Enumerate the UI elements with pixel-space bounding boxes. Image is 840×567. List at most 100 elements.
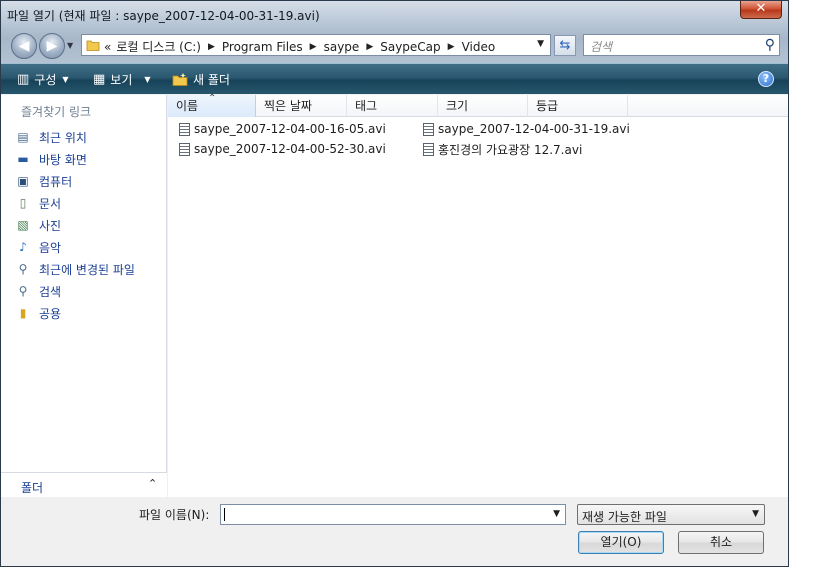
nav-item-label: 사진 (39, 218, 62, 233)
nav-item-label: 검색 (39, 284, 62, 299)
back-button[interactable]: ◀ (11, 33, 37, 59)
folder-icon (86, 40, 100, 51)
column-header-tags[interactable]: 태그 (347, 95, 438, 117)
nav-item-label: 최근 위치 (39, 130, 87, 145)
chevron-down-icon: ▼ (62, 75, 69, 84)
pictures-icon: ▧ (17, 218, 29, 232)
recently-changed-icon: ⚲ (18, 262, 28, 276)
views-icon: ▦ (93, 72, 106, 87)
music-icon: ♪ (19, 240, 27, 254)
nav-item-computer[interactable]: ▣ 컴퓨터 (15, 171, 72, 191)
breadcrumb-item-saypecap[interactable]: SaypeCap (380, 40, 440, 54)
favorite-links-heading: 즐겨찾기 링크 (21, 105, 92, 119)
breadcrumb-item-program-files[interactable]: Program Files (222, 40, 303, 54)
title-bar: 파일 열기 (현재 파일 : saype_2007-12-04-00-31-19… (1, 1, 788, 63)
breadcrumb-separator-icon[interactable]: ▶ (448, 42, 455, 52)
dialog-footer: 파일 이름(N): ▼ 재생 가능한 파일 ▼ 열기(O) 취소 (1, 498, 788, 566)
searches-icon: ⚲ (18, 284, 28, 298)
folders-label: 폴더 (21, 481, 44, 495)
nav-item-music[interactable]: ♪ 음악 (15, 237, 61, 257)
column-header-rating[interactable]: 등급 (528, 95, 628, 117)
file-open-dialog: 파일 열기 (현재 파일 : saype_2007-12-04-00-31-19… (0, 0, 789, 567)
breadcrumb-item-saype[interactable]: saype (324, 40, 360, 54)
window-title: 파일 열기 (현재 파일 : saype_2007-12-04-00-31-19… (7, 9, 320, 23)
folders-toggle[interactable]: 폴더 ⌃ (1, 472, 167, 497)
video-file-icon (179, 122, 190, 136)
cancel-button[interactable]: 취소 (678, 531, 764, 554)
forward-button[interactable]: ▶ (39, 33, 65, 59)
breadcrumb: « 로컬 디스크 (C:) ▶ Program Files ▶ saype ▶ … (104, 38, 495, 55)
new-folder-icon (172, 72, 188, 86)
file-item[interactable]: saype_2007-12-04-00-16-05.avi (179, 120, 386, 138)
chevron-down-icon: ▼ (752, 509, 759, 519)
nav-item-documents[interactable]: ▯ 문서 (15, 193, 61, 213)
nav-item-pictures[interactable]: ▧ 사진 (15, 215, 61, 235)
file-name: saype_2007-12-04-00-31-19.avi (438, 122, 630, 136)
breadcrumb-separator-icon[interactable]: ▶ (366, 42, 373, 52)
filename-dropdown-icon[interactable]: ▼ (553, 509, 560, 519)
command-bar: ▥ 구성 ▼ ▦ 보기 ▼ 새 폴더 ? (1, 63, 788, 94)
computer-icon: ▣ (17, 174, 29, 188)
file-name: saype_2007-12-04-00-52-30.avi (194, 142, 386, 156)
new-folder-button[interactable]: 새 폴더 (172, 71, 230, 88)
column-header-size[interactable]: 크기 (438, 95, 528, 117)
breadcrumb-item-video[interactable]: Video (462, 40, 496, 54)
filename-label: 파일 이름(N): (139, 508, 210, 522)
search-input[interactable]: 검색 ⚲ (583, 34, 780, 56)
background-desktop (789, 0, 840, 567)
public-folder-icon: ▮ (19, 306, 27, 320)
file-item[interactable]: saype_2007-12-04-00-52-30.avi (179, 140, 386, 158)
search-icon[interactable]: ⚲ (765, 37, 775, 53)
documents-icon: ▯ (19, 196, 27, 210)
organize-button[interactable]: ▥ 구성 ▼ (17, 71, 69, 88)
nav-item-searches[interactable]: ⚲ 검색 (15, 281, 62, 301)
address-bar[interactable]: « 로컬 디스크 (C:) ▶ Program Files ▶ saype ▶ … (81, 34, 551, 56)
nav-item-label: 컴퓨터 (39, 174, 73, 189)
column-header-label: 이름 (176, 99, 199, 113)
organize-icon: ▥ (17, 72, 30, 87)
recent-places-icon: ▤ (17, 130, 29, 144)
address-dropdown-icon[interactable]: ▼ (537, 39, 544, 49)
breadcrumb-separator-icon[interactable]: ▶ (310, 42, 317, 52)
video-file-icon (179, 142, 190, 156)
breadcrumb-overflow[interactable]: « (104, 40, 111, 54)
file-item[interactable]: saype_2007-12-04-00-31-19.avi (423, 120, 630, 138)
text-caret (224, 508, 225, 521)
nav-item-label: 음악 (39, 240, 62, 255)
breadcrumb-separator-icon[interactable]: ▶ (208, 42, 215, 52)
nav-item-label: 최근에 변경된 파일 (39, 262, 135, 277)
nav-item-recent-places[interactable]: ▤ 최근 위치 (15, 127, 87, 147)
filename-input[interactable]: ▼ (220, 504, 566, 525)
views-label: 보기 (110, 73, 133, 87)
views-button[interactable]: ▦ 보기 ▼ (93, 71, 151, 88)
recent-pages-dropdown-icon[interactable]: ▼ (67, 41, 73, 50)
file-name: 홍진경의 가요광장 12.7.avi (438, 142, 583, 157)
nav-item-recently-changed[interactable]: ⚲ 최근에 변경된 파일 (15, 259, 135, 279)
file-list: ⌃ 이름 찍은 날짜 태그 크기 등급 saype_2007-12-04-00-… (168, 93, 788, 497)
nav-item-label: 공용 (39, 306, 62, 321)
breadcrumb-item-local-disk[interactable]: 로컬 디스크 (C:) (116, 38, 201, 55)
file-item[interactable]: 홍진경의 가요광장 12.7.avi (423, 140, 582, 158)
video-file-icon (423, 142, 434, 156)
navigation-pane: 즐겨찾기 링크 ▤ 최근 위치 ▬ 바탕 화면 ▣ 컴퓨터 ▯ 문서 ▧ 사진 … (1, 95, 167, 497)
column-header-date-taken[interactable]: 찍은 날짜 (256, 95, 347, 117)
chevron-up-icon[interactable]: ⌃ (148, 477, 157, 490)
desktop-icon: ▬ (17, 152, 29, 166)
nav-item-label: 문서 (39, 196, 62, 211)
help-icon[interactable]: ? (758, 71, 774, 87)
open-button[interactable]: 열기(O) (578, 531, 664, 554)
file-name: saype_2007-12-04-00-16-05.avi (194, 122, 386, 136)
chevron-down-icon: ▼ (144, 75, 151, 84)
organize-label: 구성 (34, 73, 57, 87)
close-button[interactable]: ✕ (740, 1, 782, 19)
search-placeholder: 검색 (590, 40, 613, 54)
nav-item-desktop[interactable]: ▬ 바탕 화면 (15, 149, 87, 169)
refresh-icon: ⇆ (559, 38, 571, 53)
column-header-name[interactable]: ⌃ 이름 (168, 93, 256, 117)
refresh-button[interactable]: ⇆ (554, 35, 576, 56)
filetype-value: 재생 가능한 파일 (582, 510, 667, 524)
nav-item-public[interactable]: ▮ 공용 (15, 303, 61, 323)
nav-item-label: 바탕 화면 (39, 152, 87, 167)
filetype-select[interactable]: 재생 가능한 파일 ▼ (577, 504, 765, 525)
sort-ascending-icon: ⌃ (208, 93, 217, 104)
